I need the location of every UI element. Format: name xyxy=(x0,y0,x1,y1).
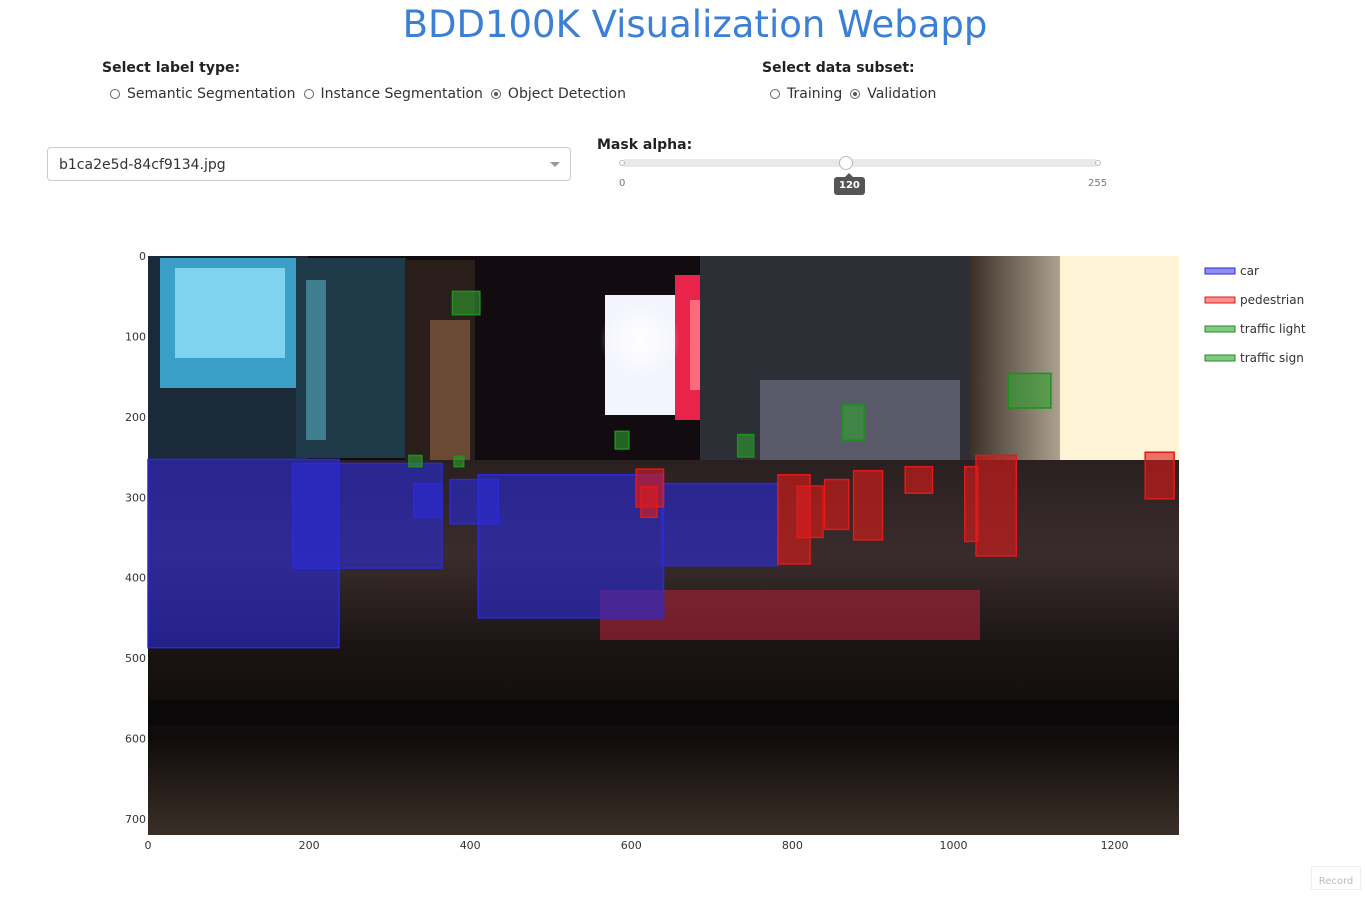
y-axis: 0 100 200 300 400 500 600 700 xyxy=(125,250,146,826)
legend-label[interactable]: car xyxy=(1240,264,1259,278)
x-tick-label: 1000 xyxy=(939,839,967,852)
pedestrian-box[interactable] xyxy=(641,487,657,518)
x-tick-label: 800 xyxy=(782,839,803,852)
legend-label[interactable]: pedestrian xyxy=(1240,293,1304,307)
pedestrian-box[interactable] xyxy=(797,486,823,537)
pedestrian-box[interactable] xyxy=(976,455,1016,556)
y-tick-label: 600 xyxy=(125,733,146,746)
legend-swatch[interactable] xyxy=(1205,268,1235,274)
y-tick-label: 0 xyxy=(139,250,146,263)
y-tick-label: 400 xyxy=(125,572,146,585)
y-tick-label: 100 xyxy=(125,330,146,343)
traffic-light-box[interactable] xyxy=(615,431,629,449)
x-tick-label: 1200 xyxy=(1101,839,1129,852)
traffic-sign-box[interactable] xyxy=(738,435,754,458)
y-tick-label: 300 xyxy=(125,491,146,504)
detection-plot[interactable]: 0 200 400 600 800 1000 1200 0 100 200 300 400 500 60… xyxy=(0,0,1365,890)
car-box[interactable] xyxy=(414,484,442,518)
y-tick-label: 700 xyxy=(125,813,146,826)
record-button[interactable]: Record xyxy=(1311,866,1361,890)
legend: car pedestrian traffic light traffic sign xyxy=(1205,264,1306,365)
legend-label[interactable]: traffic light xyxy=(1240,322,1306,336)
y-tick-label: 500 xyxy=(125,652,146,665)
y-tick-label: 200 xyxy=(125,411,146,424)
traffic-light-box[interactable] xyxy=(409,455,422,466)
pedestrian-box[interactable] xyxy=(1145,452,1174,499)
legend-swatch[interactable] xyxy=(1205,355,1235,361)
legend-label[interactable]: traffic sign xyxy=(1240,351,1304,365)
x-tick-label: 0 xyxy=(145,839,152,852)
pedestrian-box[interactable] xyxy=(905,467,932,494)
pedestrian-box[interactable] xyxy=(854,471,883,540)
pedestrian-box[interactable] xyxy=(825,480,849,530)
legend-swatch[interactable] xyxy=(1205,297,1235,303)
traffic-light-box[interactable] xyxy=(842,405,864,440)
x-tick-label: 400 xyxy=(460,839,481,852)
x-tick-label: 200 xyxy=(299,839,320,852)
x-tick-label: 600 xyxy=(621,839,642,852)
traffic-light-box[interactable] xyxy=(454,456,464,466)
traffic-light-box[interactable] xyxy=(452,291,479,314)
x-axis: 0 200 400 600 800 1000 1200 xyxy=(145,839,1129,852)
car-box[interactable] xyxy=(662,484,778,566)
traffic-light-box[interactable] xyxy=(1008,373,1051,408)
legend-swatch[interactable] xyxy=(1205,326,1235,332)
